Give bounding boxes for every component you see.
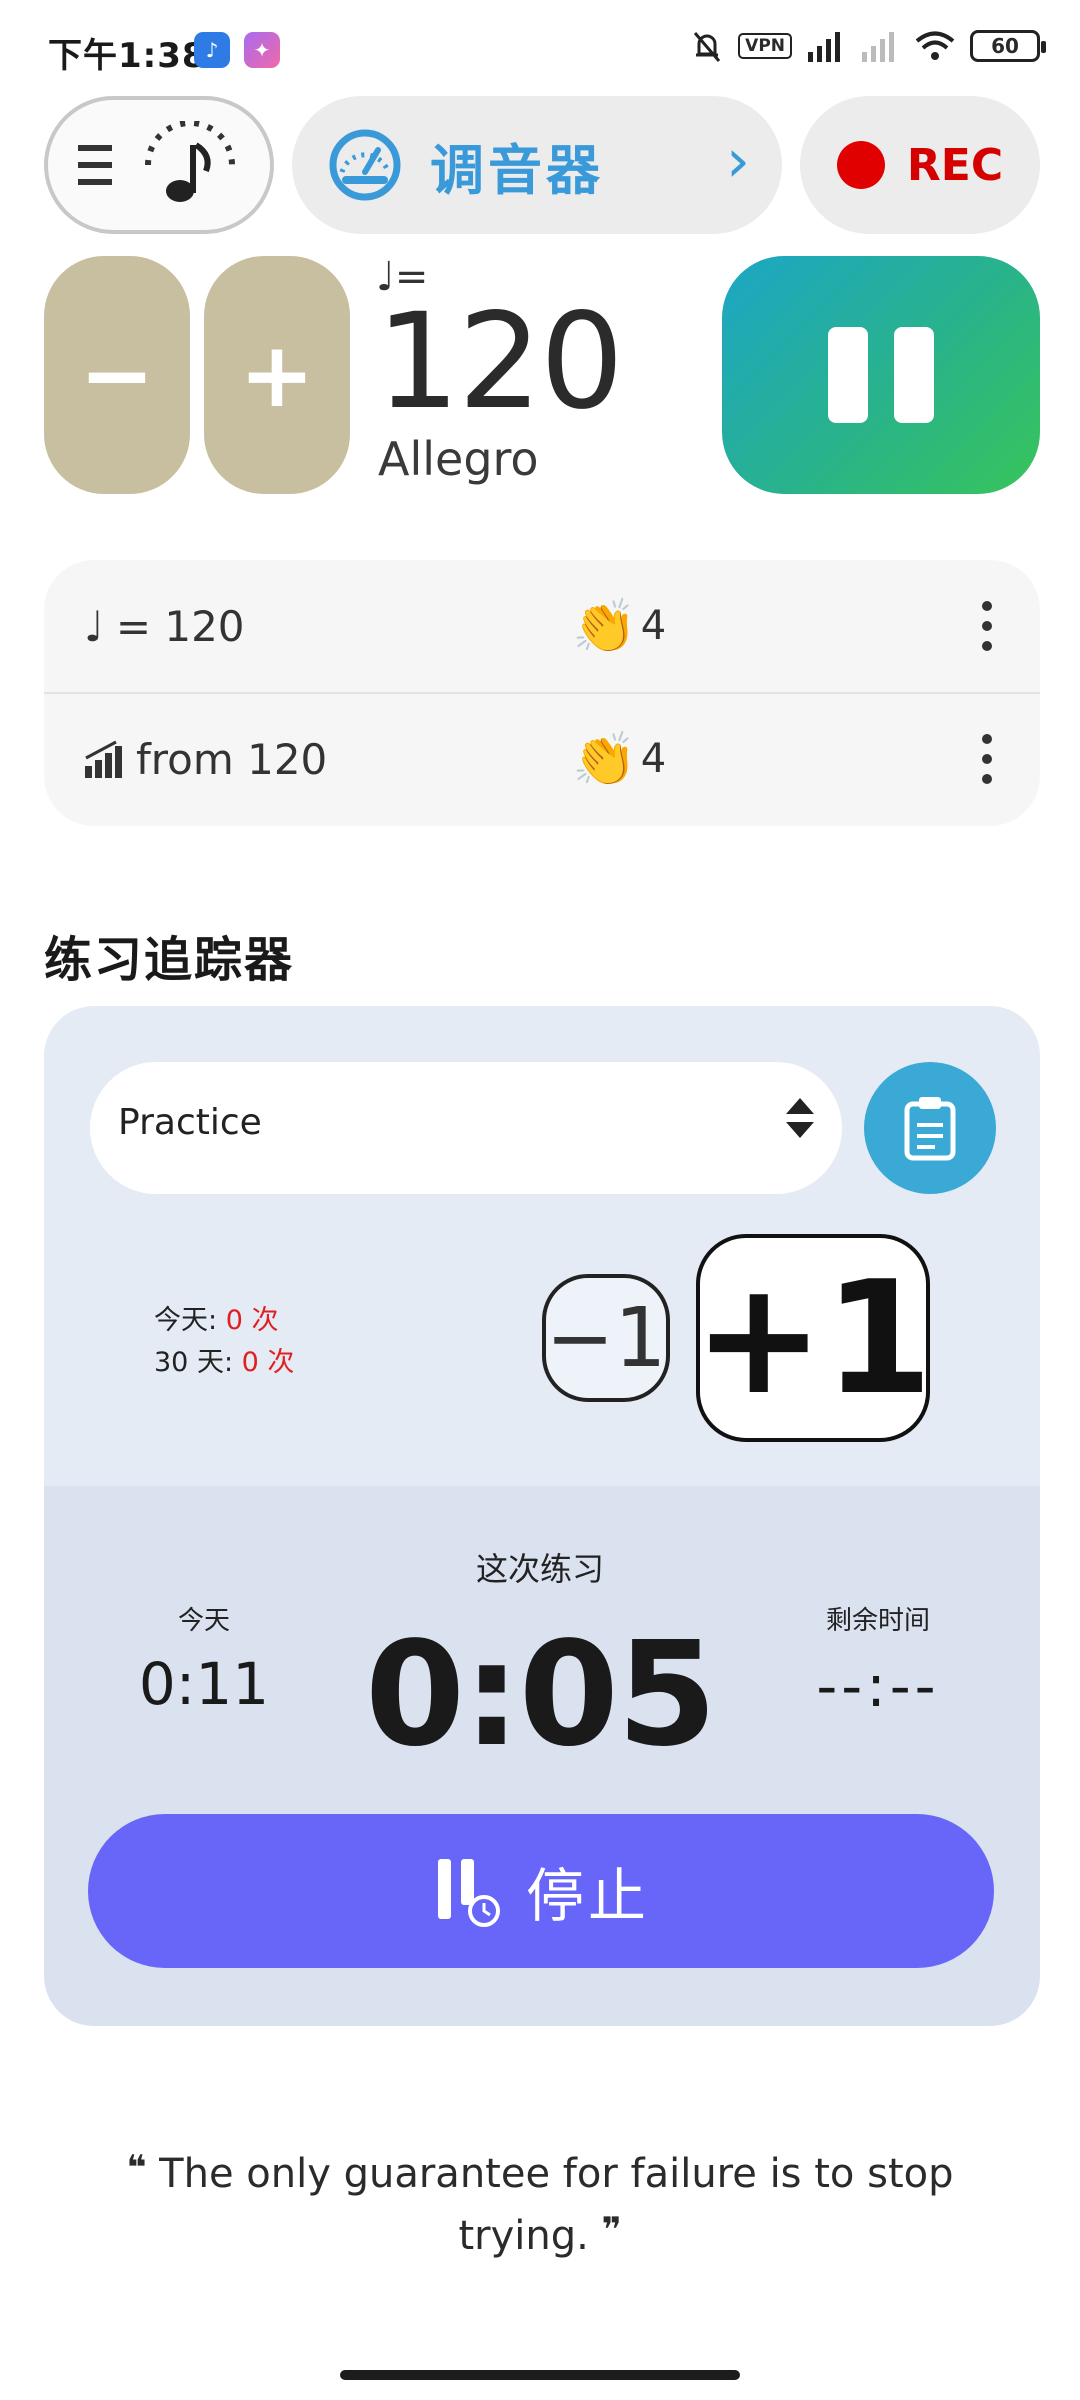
signal-icon [808, 32, 840, 62]
music-app-icon: ♪ [194, 32, 230, 68]
preset-beats-wrap: 👏 4 [572, 596, 666, 657]
clapping-hands-icon: 👏 [572, 596, 637, 657]
wifi-icon [915, 31, 955, 60]
preset-label-wrap: from 120 [84, 735, 327, 784]
quote-open-icon: ❝ [126, 2148, 147, 2188]
practice-select-value: Practice [118, 1102, 262, 1143]
plus-one-button[interactable]: +1 [693, 1234, 933, 1442]
thirty-day-count-value: 0 次 [241, 1347, 295, 1378]
preset-label: = 120 [115, 601, 245, 651]
stop-label: 停止 [525, 1862, 650, 1930]
quote-close-icon: ❞ [601, 2210, 622, 2250]
tuner-button[interactable]: 调音器 › [292, 96, 782, 234]
quarter-note-icon: ♩ [84, 601, 104, 651]
section-title: 练习追踪器 [44, 932, 295, 988]
session-label: 这次练习 [475, 1550, 604, 1588]
thirty-day-count-line: 30 天: 0 次 [154, 1340, 294, 1379]
quote-text: The only guarantee for failure is to sto… [159, 2151, 954, 2259]
home-indicator[interactable] [340, 2370, 740, 2380]
today-count-line: 今天: 0 次 [154, 1298, 278, 1337]
menu-button[interactable] [44, 96, 274, 234]
rocket-app-icon: ✦ [244, 32, 280, 68]
clapping-hands-icon: 👏 [572, 729, 637, 790]
preset-beats-wrap: 👏 4 [572, 729, 666, 790]
preset-row[interactable]: ♩ = 120 👏 4 [44, 560, 1040, 692]
today-count-label: 今天: [154, 1305, 226, 1336]
battery-indicator: 60 [970, 30, 1046, 62]
mute-bell-icon [694, 32, 721, 62]
tempo-increase-button[interactable]: + [204, 256, 350, 494]
stop-button[interactable]: 停止 [88, 1814, 994, 1968]
record-label: REC [906, 139, 1004, 191]
motivational-quote: ❝ The only guarantee for failure is to s… [110, 2140, 970, 2264]
preset-beats: 4 [640, 736, 667, 782]
gauge-icon [329, 129, 401, 201]
tuner-label: 调音器 [430, 138, 604, 202]
preset-list: ♩ = 120 👏 4 from 120 👏 4 [44, 560, 1040, 826]
bpm-value[interactable]: 120 [376, 296, 624, 428]
clipboard-button[interactable] [864, 1062, 996, 1194]
today-count-value: 0 次 [225, 1305, 279, 1336]
chevron-right-icon: › [726, 126, 750, 196]
more-vert-icon[interactable] [982, 601, 992, 651]
preset-beats: 4 [640, 603, 667, 649]
tempo-marking: Allegro [378, 432, 539, 486]
more-vert-icon[interactable] [982, 734, 992, 784]
pause-button[interactable] [722, 256, 1040, 494]
status-indicators: VPN 60 [690, 28, 1046, 64]
practice-select[interactable]: Practice [90, 1062, 842, 1194]
record-dot-icon [836, 141, 885, 189]
preset-label-wrap: ♩ = 120 [84, 602, 245, 651]
minus-one-button[interactable]: −1 [542, 1274, 670, 1402]
preset-label: from 120 [136, 734, 328, 784]
remaining-time-label: 剩余时间 [825, 1606, 930, 1636]
clipboard-icon [904, 1097, 956, 1161]
record-button[interactable]: REC [800, 96, 1040, 234]
signal-weak-icon [862, 32, 894, 62]
pause-icon-bar [894, 327, 934, 423]
preset-row[interactable]: from 120 👏 4 [44, 692, 1040, 824]
metronome-logo-icon [145, 121, 235, 202]
pause-timer-icon [437, 1859, 500, 1927]
tempo-ramp-icon [85, 740, 122, 778]
tempo-decrease-button[interactable]: − [44, 256, 190, 494]
remaining-time-value: --:-- [816, 1652, 940, 1720]
thirty-day-count-label: 30 天: [154, 1347, 242, 1378]
pause-icon [828, 327, 868, 423]
hamburger-icon [78, 145, 112, 185]
vpn-badge: VPN [738, 33, 792, 59]
status-time: 下午1:38 [48, 36, 207, 76]
select-arrows-icon [786, 1098, 814, 1138]
